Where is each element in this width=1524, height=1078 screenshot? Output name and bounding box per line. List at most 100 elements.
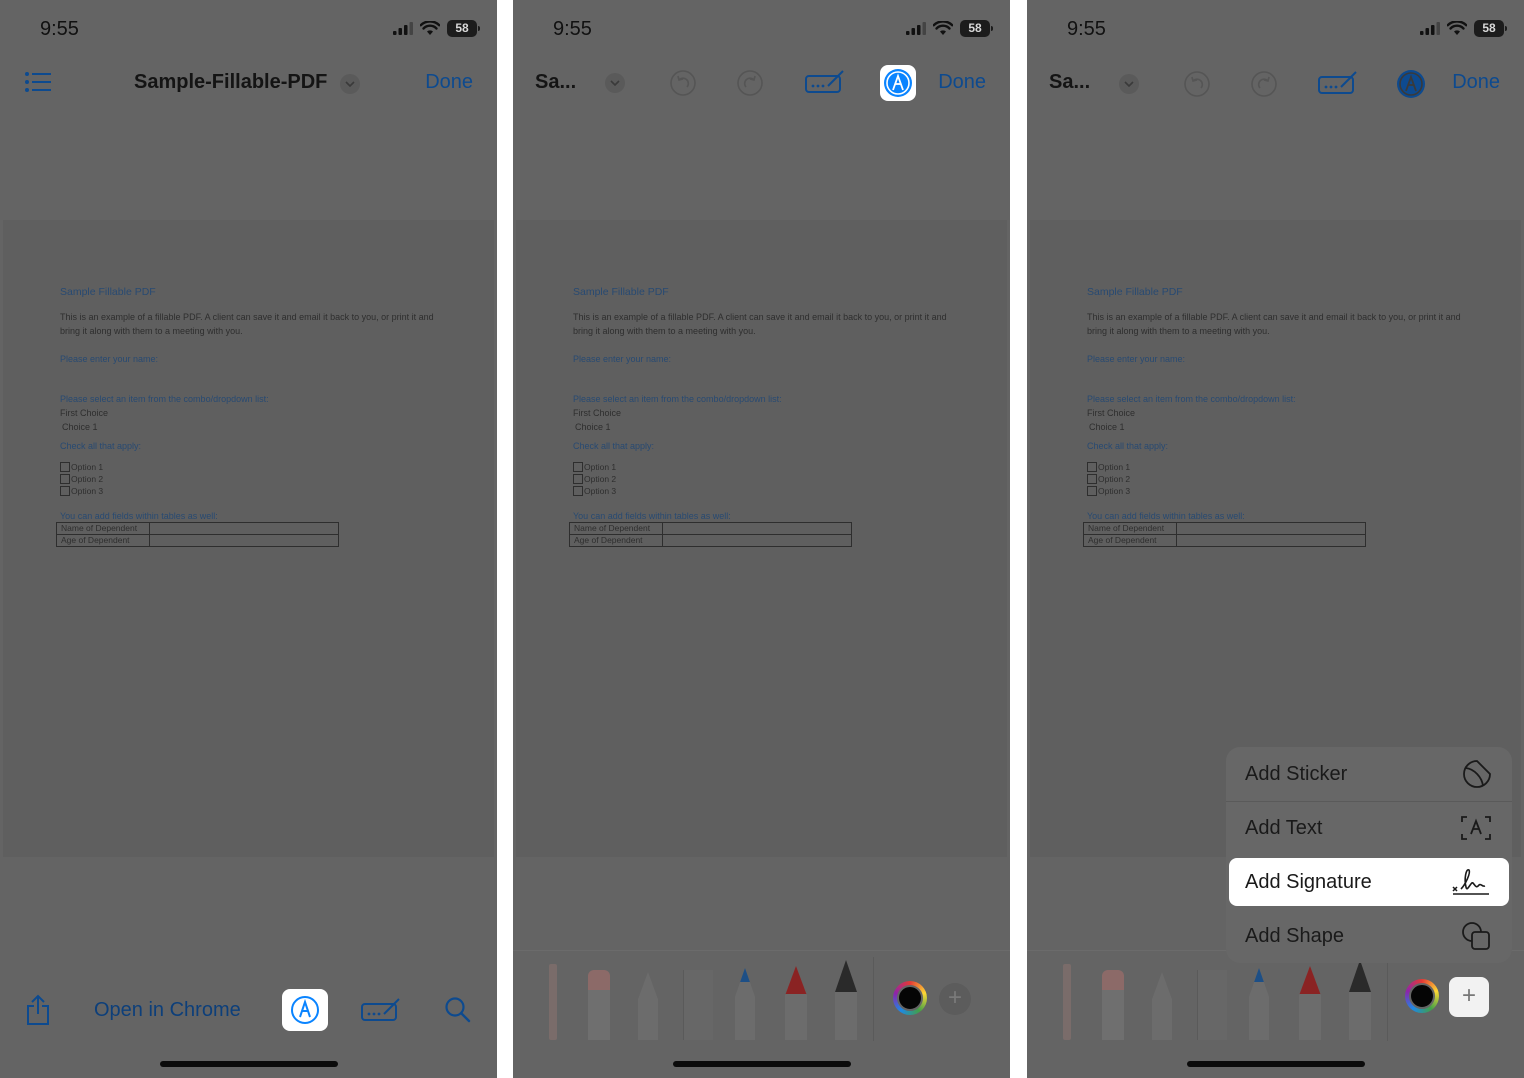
combo-value[interactable]: Choice 1 xyxy=(1089,422,1125,432)
open-in-chrome-button[interactable]: Open in Chrome xyxy=(94,999,241,1022)
sticker-icon xyxy=(1463,760,1491,788)
nav-bar: Sample-Fillable-PDF Done xyxy=(0,60,497,110)
lasso-tool[interactable] xyxy=(638,972,658,1040)
pdf-title: Sample Fillable PDF xyxy=(573,286,669,298)
table-row-field[interactable] xyxy=(1176,522,1366,535)
pen-tool-partial[interactable] xyxy=(1063,964,1071,1040)
chevron-down-icon[interactable] xyxy=(340,74,360,94)
done-button[interactable]: Done xyxy=(425,71,473,94)
tray-divider xyxy=(873,957,874,1041)
checkbox-option-1[interactable]: Option 1 xyxy=(573,462,616,472)
pen-tool-partial[interactable] xyxy=(549,964,557,1040)
nav-bar: Sa... Done xyxy=(1027,60,1524,110)
plus-icon[interactable]: + xyxy=(1449,977,1489,1017)
table-row-label: Age of Dependent xyxy=(56,534,150,547)
check-prompt: Check all that apply: xyxy=(1087,441,1169,451)
form-fill-icon[interactable] xyxy=(804,68,846,101)
table-row-field[interactable] xyxy=(149,522,339,535)
checkbox-option-1[interactable]: Option 1 xyxy=(1087,462,1130,472)
markup-icon xyxy=(1397,70,1425,98)
name-prompt: Please enter your name: xyxy=(1087,354,1186,364)
checkbox-option-3[interactable]: Option 3 xyxy=(1087,486,1130,496)
marker-tool[interactable] xyxy=(1299,966,1321,1040)
undo-icon[interactable] xyxy=(1179,66,1215,102)
document-title[interactable]: Sample-Fillable-PDF xyxy=(134,71,327,94)
signature-icon xyxy=(1452,869,1489,895)
done-button[interactable]: Done xyxy=(938,71,986,94)
form-fill-icon[interactable] xyxy=(360,996,402,1029)
plus-icon[interactable]: + xyxy=(939,983,971,1015)
menu-item-add-signature[interactable]: Add Signature xyxy=(1229,858,1509,906)
pencil-tool[interactable] xyxy=(735,968,755,1040)
markup-icon xyxy=(884,69,912,97)
eraser-tool[interactable] xyxy=(1102,970,1124,1040)
pdf-title: Sample Fillable PDF xyxy=(1087,286,1183,298)
table-row-field[interactable] xyxy=(662,522,852,535)
checkbox-option-3[interactable]: Option 3 xyxy=(60,486,103,496)
table-row-label: Name of Dependent xyxy=(569,522,663,535)
combo-header: First Choice xyxy=(573,408,622,418)
color-picker[interactable] xyxy=(893,981,927,1015)
wifi-icon xyxy=(1447,21,1467,35)
check-prompt: Check all that apply: xyxy=(60,441,142,451)
status-icons: 58 xyxy=(1420,20,1507,37)
menu-item-add-shape[interactable]: Add Shape xyxy=(1226,909,1512,963)
undo-icon[interactable] xyxy=(665,65,701,101)
checkbox-option-2[interactable]: Option 2 xyxy=(573,474,616,484)
shape-icon xyxy=(1462,922,1490,950)
name-prompt: Please enter your name: xyxy=(573,354,672,364)
share-icon[interactable] xyxy=(26,994,50,1031)
status-icons: 58 xyxy=(393,20,480,37)
table-row-field[interactable] xyxy=(149,534,339,547)
menu-item-add-text[interactable]: Add Text xyxy=(1226,801,1512,855)
fountain-pen-tool[interactable] xyxy=(1349,960,1371,1040)
text-box-icon xyxy=(1461,816,1491,840)
checkbox-option-2[interactable]: Option 2 xyxy=(1087,474,1130,484)
form-fill-icon[interactable] xyxy=(1317,69,1359,102)
table-prompt: You can add fields within tables as well… xyxy=(573,511,731,521)
dependent-table: Name of Dependent Age of Dependent xyxy=(1083,522,1366,547)
redo-icon[interactable] xyxy=(732,65,768,101)
document-title[interactable]: Sa... xyxy=(535,71,576,94)
markup-icon xyxy=(291,996,319,1024)
add-menu-popup: Add Sticker Add Text Add Signature Add S… xyxy=(1226,747,1512,963)
ruler-tool[interactable] xyxy=(1197,970,1227,1040)
table-row-field[interactable] xyxy=(662,534,852,547)
list-icon[interactable] xyxy=(24,70,52,99)
name-prompt: Please enter your name: xyxy=(60,354,159,364)
eraser-tool[interactable] xyxy=(588,970,610,1040)
home-indicator xyxy=(1186,1061,1365,1067)
combo-value[interactable]: Choice 1 xyxy=(62,422,98,432)
table-prompt: You can add fields within tables as well… xyxy=(1087,511,1245,521)
markup-button[interactable] xyxy=(880,65,916,101)
menu-item-add-sticker[interactable]: Add Sticker xyxy=(1226,747,1512,801)
dependent-table: Name of Dependent Age of Dependent xyxy=(569,522,852,547)
markup-button[interactable] xyxy=(1393,66,1429,102)
marker-tool[interactable] xyxy=(785,966,807,1040)
screen-2: 9:55 58 Sa... Done Sample Fillable PDF T… xyxy=(513,0,1010,1078)
checkbox-option-3[interactable]: Option 3 xyxy=(573,486,616,496)
chevron-down-icon[interactable] xyxy=(1119,74,1139,94)
fountain-pen-tool[interactable] xyxy=(835,960,857,1040)
combo-prompt: Please select an item from the combo/dro… xyxy=(573,394,782,404)
combo-value[interactable]: Choice 1 xyxy=(575,422,611,432)
lasso-tool[interactable] xyxy=(1152,972,1172,1040)
home-indicator xyxy=(672,1061,851,1067)
search-icon[interactable] xyxy=(444,996,472,1029)
table-row-field[interactable] xyxy=(1176,534,1366,547)
markup-button[interactable] xyxy=(282,989,328,1031)
checkbox-option-1[interactable]: Option 1 xyxy=(60,462,103,472)
redo-icon[interactable] xyxy=(1246,66,1282,102)
ruler-tool[interactable] xyxy=(683,970,713,1040)
document-title[interactable]: Sa... xyxy=(1049,71,1090,94)
home-indicator xyxy=(159,1061,338,1067)
combo-prompt: Please select an item from the combo/dro… xyxy=(1087,394,1296,404)
checkbox-option-2[interactable]: Option 2 xyxy=(60,474,103,484)
screen-1: 9:55 58 Sample-Fillable-PDF Done Sample … xyxy=(0,0,497,1078)
color-picker[interactable] xyxy=(1405,979,1439,1013)
chevron-down-icon[interactable] xyxy=(605,73,625,93)
table-row-label: Age of Dependent xyxy=(1083,534,1177,547)
done-button[interactable]: Done xyxy=(1452,71,1500,94)
battery-icon: 58 xyxy=(960,20,993,37)
pencil-tool[interactable] xyxy=(1249,968,1269,1040)
